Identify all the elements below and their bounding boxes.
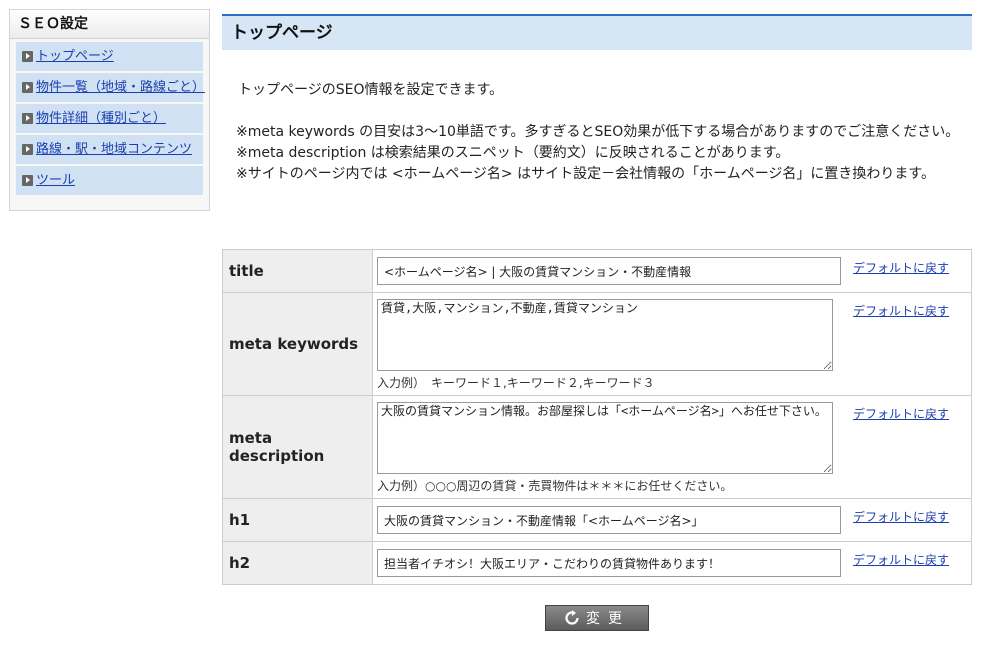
main-content: トップページ トップページのSEO情報を設定できます。 ※meta keywor… — [222, 14, 972, 585]
h1-reset-link[interactable]: デフォルトに戻す — [853, 508, 949, 525]
h1-label: h1 — [222, 498, 373, 542]
h2-input[interactable] — [377, 549, 841, 577]
page-title: トップページ — [222, 14, 972, 50]
sidebar-item-label[interactable]: 物件詳細（種別ごと） — [36, 110, 166, 127]
arrow-right-icon — [22, 82, 33, 93]
row-description: meta description 大阪の賃貸マンション情報。お部屋探しは「<ホー… — [222, 395, 972, 499]
sidebar-item-property-detail[interactable]: 物件詳細（種別ごと） — [16, 104, 203, 133]
notes: ※meta keywords の目安は3～10単語です。多すぎるとSEO効果が低… — [222, 122, 972, 185]
title-input[interactable] — [377, 257, 841, 285]
sidebar-item-line-station-contents[interactable]: 路線・駅・地域コンテンツ — [16, 135, 203, 164]
sidebar-item-property-list[interactable]: 物件一覧（地域・路線ごと） — [16, 73, 205, 102]
arrow-right-icon — [22, 113, 33, 124]
arrow-right-icon — [22, 144, 33, 155]
seo-form-table: title デフォルトに戻す meta keywords 賃貸,大阪,マンション… — [222, 249, 972, 585]
submit-label: 変更 — [586, 611, 630, 627]
sidebar-item-label[interactable]: ツール — [36, 172, 75, 189]
description-reset-link[interactable]: デフォルトに戻す — [853, 405, 949, 422]
sidebar-item-tools[interactable]: ツール — [16, 166, 203, 195]
note-description: ※meta description は検索結果のスニペット（要約文）に反映される… — [236, 145, 790, 161]
intro-text: トップページのSEO情報を設定できます。 — [238, 82, 504, 98]
note-homepage-name: ※サイトのページ内では <ホームページ名> はサイト設定－会社情報の「ホームペー… — [236, 166, 936, 182]
h2-label: h2 — [222, 541, 373, 585]
keywords-label: meta keywords — [222, 292, 373, 396]
row-h1: h1 デフォルトに戻す — [222, 498, 972, 542]
sidebar-item-label[interactable]: 物件一覧（地域・路線ごと） — [36, 79, 205, 96]
h2-reset-link[interactable]: デフォルトに戻す — [853, 551, 949, 568]
note-keywords: ※meta keywords の目安は3～10単語です。多すぎるとSEO効果が低… — [236, 124, 960, 140]
sidebar-item-top-page[interactable]: トップページ — [16, 42, 203, 71]
title-label: title — [222, 249, 373, 293]
keywords-textarea[interactable]: 賃貸,大阪,マンション,不動産,賃貸マンション — [377, 298, 833, 371]
submit-button[interactable]: 変更 — [545, 605, 649, 631]
sidebar-item-label[interactable]: 路線・駅・地域コンテンツ — [36, 141, 192, 158]
refresh-icon — [565, 610, 579, 625]
arrow-right-icon — [22, 51, 33, 62]
sidebar-list: トップページ 物件一覧（地域・路線ごと） 物件詳細（種別ごと） 路線・駅・地域コ… — [10, 39, 209, 200]
row-title: title デフォルトに戻す — [222, 249, 972, 293]
description-label: meta description — [222, 395, 373, 499]
h1-input[interactable] — [377, 506, 841, 534]
keywords-example: 入力例） キーワード１,キーワード２,キーワード３ — [377, 375, 655, 390]
row-h2: h2 デフォルトに戻す — [222, 541, 972, 585]
sidebar: ＳＥＯ設定 トップページ 物件一覧（地域・路線ごと） 物件詳細（種別ごと） 路線… — [9, 9, 210, 211]
arrow-right-icon — [22, 175, 33, 186]
description-textarea[interactable]: 大阪の賃貸マンション情報。お部屋探しは「<ホームページ名>」へお任せ下さい。 — [377, 401, 833, 474]
title-reset-link[interactable]: デフォルトに戻す — [853, 259, 949, 276]
keywords-reset-link[interactable]: デフォルトに戻す — [853, 302, 949, 319]
sidebar-item-label[interactable]: トップページ — [36, 48, 114, 65]
description-example: 入力例）○○○周辺の賃貸・売買物件は＊＊＊にお任せください。 — [377, 478, 733, 493]
row-keywords: meta keywords 賃貸,大阪,マンション,不動産,賃貸マンション 入力… — [222, 292, 972, 396]
sidebar-title: ＳＥＯ設定 — [10, 10, 209, 39]
